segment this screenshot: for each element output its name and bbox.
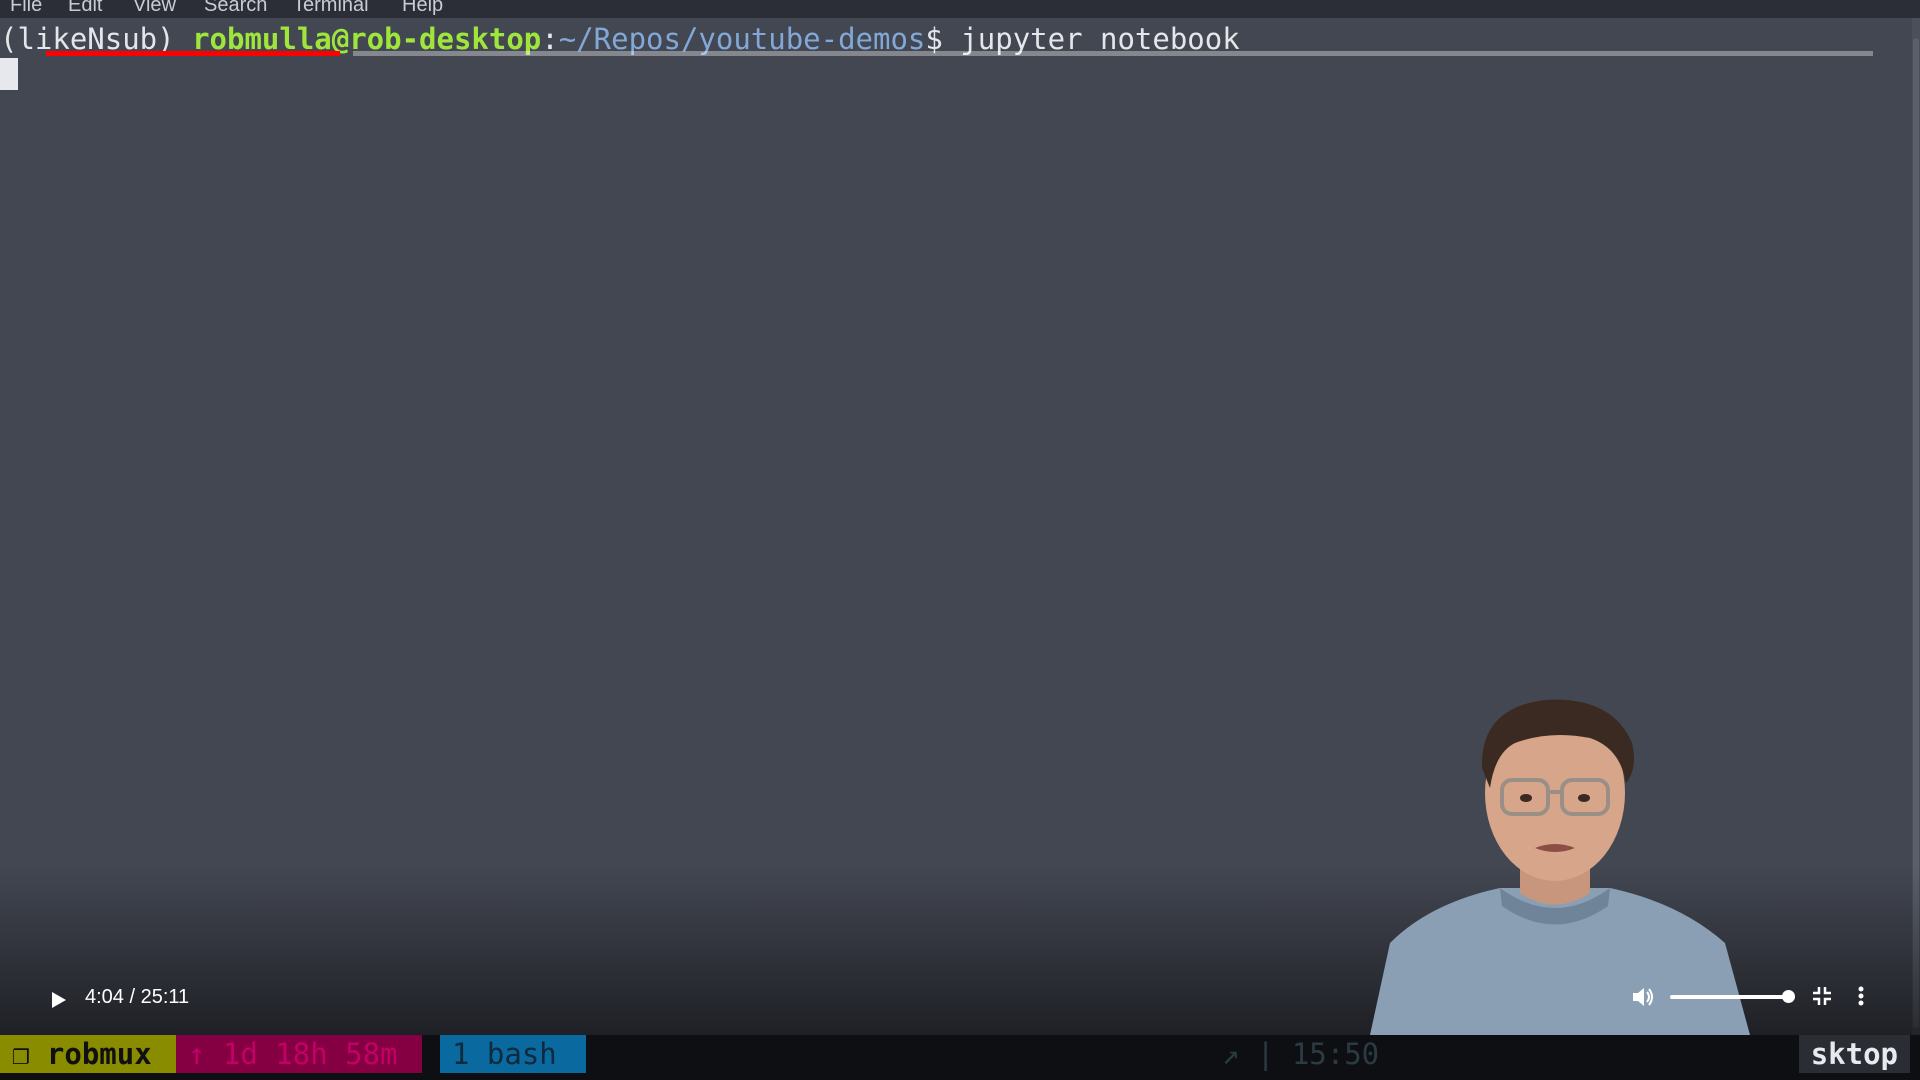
tmux-statusbar: ❐ robmux ↑ 1d 18h 58m 1 bash ↗ | 15:50 s… xyxy=(0,1035,1920,1080)
menu-view[interactable]: View xyxy=(133,0,176,17)
terminal-menubar: File Edit View Search Terminal Help xyxy=(0,0,1920,18)
menu-help[interactable]: Help xyxy=(402,0,443,17)
time-display: 4:04 / 25:11 xyxy=(85,986,190,1008)
tmux-clock: ↗ | 15:50 xyxy=(1222,1037,1380,1071)
video-controls: 4:04 / 25:11 xyxy=(0,970,1920,1035)
volume-icon[interactable] xyxy=(1630,984,1656,1010)
menu-terminal[interactable]: Terminal xyxy=(293,0,369,17)
play-icon[interactable] xyxy=(46,988,70,1012)
volume-slider-handle[interactable] xyxy=(1782,990,1795,1003)
tmux-uptime: ↑ 1d 18h 58m xyxy=(176,1035,422,1073)
exit-fullscreen-icon[interactable] xyxy=(1810,984,1834,1008)
volume-slider[interactable] xyxy=(1670,995,1790,999)
progress-bar-played[interactable] xyxy=(46,51,340,56)
tmux-hostname: sktop xyxy=(1798,1035,1910,1073)
more-vertical-icon[interactable] xyxy=(1852,984,1870,1008)
tmux-session: ❐ robmux xyxy=(0,1035,176,1073)
menu-file[interactable]: File xyxy=(10,0,42,17)
menu-search[interactable]: Search xyxy=(204,0,267,17)
tmux-window: 1 bash xyxy=(440,1035,586,1073)
progress-bar[interactable] xyxy=(353,51,1873,56)
terminal-cursor xyxy=(0,58,18,90)
menu-edit[interactable]: Edit xyxy=(68,0,102,17)
